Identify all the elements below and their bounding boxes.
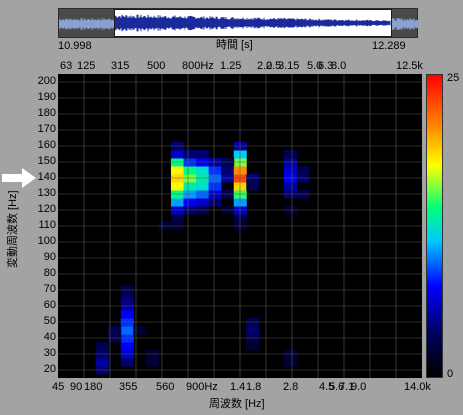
time-axis-label: 時間 [s] bbox=[216, 39, 253, 51]
y-tick-label: 120 bbox=[37, 203, 56, 215]
modulation-heatmap[interactable] bbox=[58, 74, 422, 378]
heatmap-cell bbox=[170, 214, 185, 223]
selected-waveform-graphic bbox=[115, 14, 391, 32]
heatmap-cell bbox=[283, 182, 297, 191]
bottom-tick-label: 14.0k bbox=[404, 381, 431, 393]
colorbar-max-label: 25 bbox=[447, 72, 460, 84]
top-tick-label: 1.25 bbox=[220, 60, 242, 72]
heatmap-cell bbox=[170, 150, 185, 159]
heatmap-cell bbox=[183, 198, 197, 207]
bottom-tick-label: 45 bbox=[52, 381, 65, 393]
top-tick-label: 8.0 bbox=[331, 60, 347, 72]
heatmap-cell bbox=[183, 150, 197, 159]
heatmap-cell bbox=[196, 150, 210, 159]
heatmap-cell bbox=[183, 166, 197, 175]
colorbar bbox=[426, 74, 443, 378]
arrow-right-icon bbox=[2, 168, 36, 188]
heatmap-cell bbox=[296, 166, 310, 175]
y-tick-label: 20 bbox=[43, 363, 56, 375]
heatmap-cell bbox=[221, 166, 235, 175]
y-tick-label: 70 bbox=[43, 283, 56, 295]
y-tick-label: 90 bbox=[43, 251, 56, 263]
colorbar-min-label: 0 bbox=[447, 368, 454, 380]
bottom-tick-label: 900Hz bbox=[186, 381, 218, 393]
heatmap-cell bbox=[283, 150, 297, 159]
overview-start-time: 10.998 bbox=[58, 40, 92, 52]
bottom-tick-label: 90 bbox=[70, 381, 83, 393]
heatmap-cell bbox=[283, 358, 297, 367]
heatmap-cell bbox=[208, 198, 222, 207]
heatmap-cell bbox=[120, 326, 134, 335]
y-tick-label: 170 bbox=[37, 123, 56, 135]
bottom-tick-label: 560 bbox=[156, 381, 175, 393]
heatmap-cell bbox=[170, 166, 185, 175]
bottom-tick-label: 9.0 bbox=[351, 381, 367, 393]
y-tick-label: 40 bbox=[43, 331, 56, 343]
heatmap-cell bbox=[283, 166, 297, 175]
x-axis-label: 周波数 [Hz] bbox=[209, 398, 265, 410]
y-axis-label: 変動周波数 [Hz] bbox=[7, 190, 19, 268]
heatmap-cell bbox=[133, 326, 147, 335]
y-tick-label: 100 bbox=[37, 235, 56, 247]
heatmap-cell bbox=[120, 294, 134, 303]
y-tick-label: 110 bbox=[38, 219, 56, 231]
heatmap-cell bbox=[196, 166, 210, 175]
heatmap-cell bbox=[196, 182, 210, 191]
top-tick-label: 63 bbox=[60, 60, 73, 72]
selection-window[interactable] bbox=[114, 9, 392, 37]
top-tick-label: 3.15 bbox=[278, 60, 300, 72]
heatmap-cell bbox=[246, 326, 260, 335]
y-tick-label: 150 bbox=[37, 155, 56, 167]
top-tick-label: 12.5k bbox=[396, 60, 423, 72]
top-tick-label: 500 bbox=[147, 60, 166, 72]
y-tick-label: 160 bbox=[37, 139, 56, 151]
bottom-tick-label: 1.4 bbox=[230, 381, 246, 393]
heatmap-cell bbox=[170, 182, 185, 191]
y-tick-label: 180 bbox=[37, 107, 56, 119]
y-tick-label: 80 bbox=[43, 267, 56, 279]
y-tick-label: 30 bbox=[43, 347, 56, 359]
top-tick-label: 315 bbox=[111, 60, 130, 72]
y-tick-label: 200 bbox=[37, 75, 56, 87]
y-tick-label: 60 bbox=[43, 299, 56, 311]
top-tick-label: 800Hz bbox=[182, 60, 214, 72]
heatmap-cell bbox=[120, 310, 134, 319]
heatmap-cell bbox=[246, 342, 260, 351]
overview-end-time: 12.289 bbox=[372, 40, 406, 52]
heatmap-cell bbox=[95, 358, 109, 367]
bottom-tick-label: 355 bbox=[119, 381, 138, 393]
heatmap-cell bbox=[120, 342, 134, 351]
heatmap-cell bbox=[170, 198, 185, 207]
heatmap-cell bbox=[208, 182, 222, 191]
bottom-tick-label: 180 bbox=[84, 381, 103, 393]
heatmap-cell bbox=[246, 182, 260, 191]
bottom-tick-label: 2.8 bbox=[283, 381, 299, 393]
waveform-path bbox=[115, 14, 391, 32]
heatmap-cell bbox=[183, 182, 197, 191]
heatmap-cell bbox=[120, 358, 134, 367]
bottom-tick-label: 1.8 bbox=[246, 381, 262, 393]
top-tick-label: 125 bbox=[77, 60, 96, 72]
y-tick-label: 130 bbox=[37, 187, 56, 199]
heatmap-cell bbox=[145, 358, 159, 367]
heatmap-cell bbox=[95, 342, 109, 351]
heatmap-cell bbox=[208, 166, 222, 175]
y-tick-label: 190 bbox=[37, 91, 56, 103]
heatmap-cell bbox=[196, 198, 210, 207]
y-tick-label: 50 bbox=[43, 315, 56, 327]
